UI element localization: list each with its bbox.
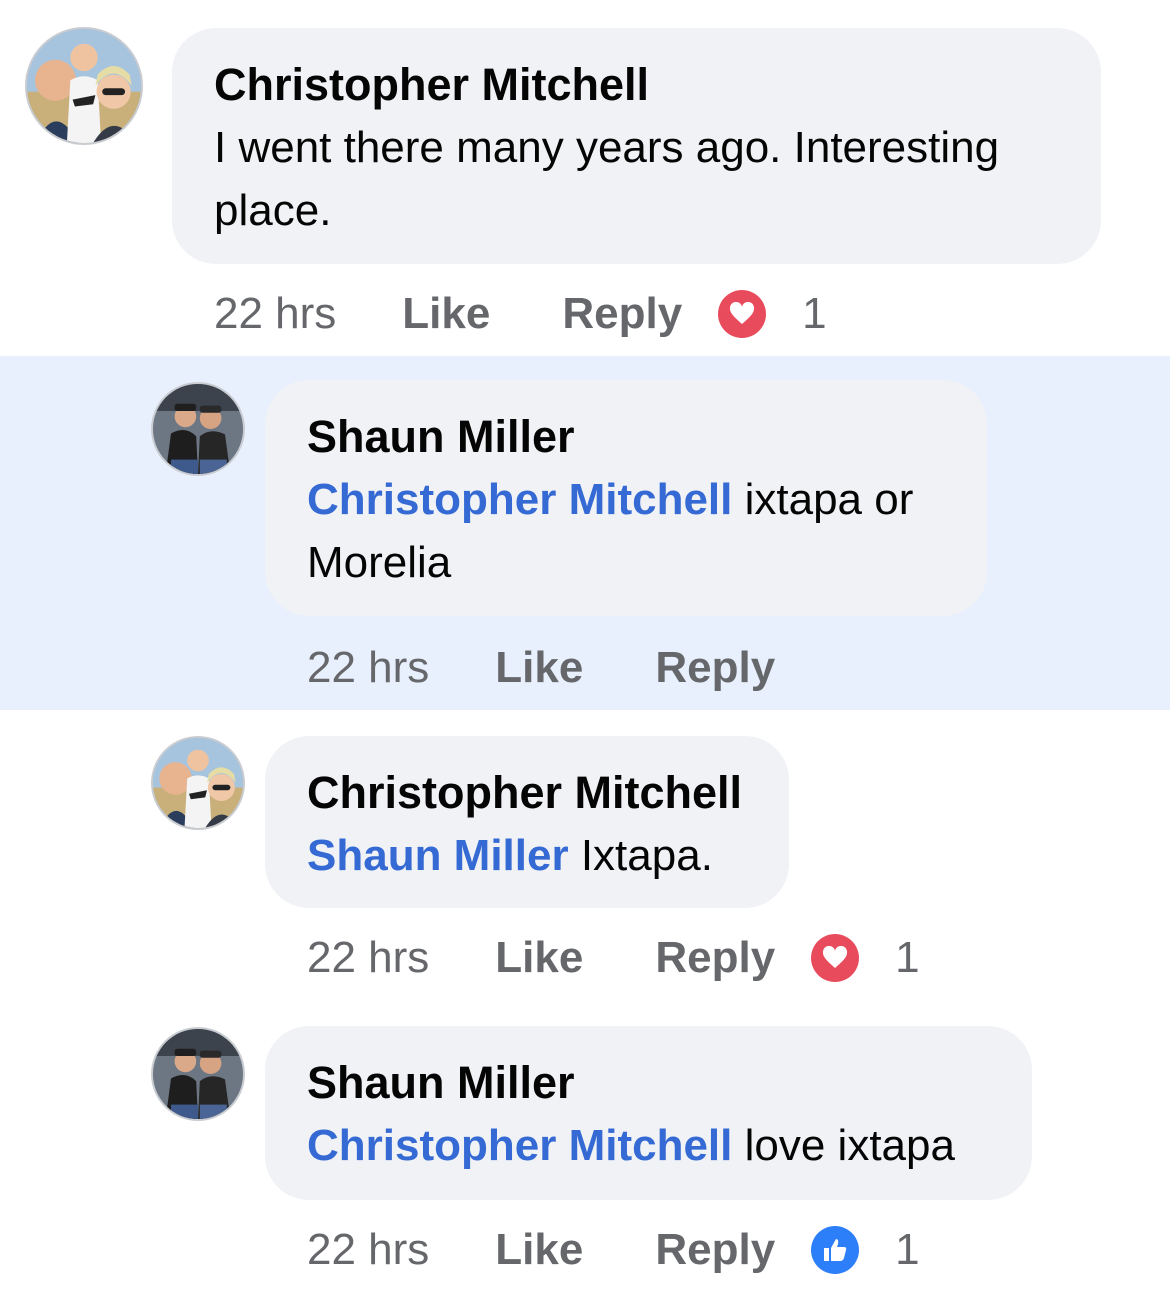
comment-actions: 22 hrs Like Reply 1 bbox=[307, 928, 920, 988]
comment-bubble: Shaun Miller Christopher Mitchell love i… bbox=[265, 1026, 1032, 1200]
family-photo-icon bbox=[153, 738, 243, 828]
two-men-photo-avatar[interactable] bbox=[151, 382, 245, 476]
comment-text: Shaun Miller Ixtapa. bbox=[307, 824, 747, 887]
mention-link[interactable]: Christopher Mitchell bbox=[307, 475, 732, 524]
comment-actions: 22 hrs Like Reply 1 bbox=[214, 284, 827, 344]
two-men-photo-icon bbox=[153, 384, 243, 474]
comment-timestamp[interactable]: 22 hrs bbox=[307, 1225, 429, 1275]
family-photo-avatar[interactable] bbox=[25, 27, 143, 145]
family-photo-icon bbox=[27, 29, 141, 143]
comment-author[interactable]: Christopher Mitchell bbox=[307, 764, 747, 822]
reaction-count[interactable]: 1 bbox=[802, 289, 826, 339]
comment-timestamp[interactable]: 22 hrs bbox=[214, 289, 336, 339]
comment-actions: 22 hrs Like Reply bbox=[307, 638, 775, 698]
like-button[interactable]: Like bbox=[495, 933, 583, 983]
mention-link[interactable]: Christopher Mitchell bbox=[307, 1121, 732, 1170]
comment-body: Ixtapa. bbox=[580, 831, 713, 880]
comment-author[interactable]: Christopher Mitchell bbox=[214, 56, 1059, 114]
comment-body: I went there many years ago. Interesting… bbox=[214, 123, 1000, 235]
comment: Shaun Miller Christopher Mitchell ixtapa… bbox=[0, 356, 1170, 710]
like-button[interactable]: Like bbox=[402, 289, 490, 339]
reaction-count[interactable]: 1 bbox=[895, 933, 919, 983]
comment-text: Christopher Mitchell ixtapa or Morelia bbox=[307, 468, 945, 594]
love-reaction-icon[interactable] bbox=[718, 290, 767, 338]
comment-timestamp[interactable]: 22 hrs bbox=[307, 643, 429, 693]
reply-button[interactable]: Reply bbox=[655, 933, 775, 983]
comment-bubble: Christopher Mitchell Shaun Miller Ixtapa… bbox=[265, 736, 789, 908]
two-men-photo-icon bbox=[153, 1029, 243, 1119]
comment-text: Christopher Mitchell love ixtapa bbox=[307, 1114, 990, 1177]
reply-button[interactable]: Reply bbox=[562, 289, 682, 339]
like-button[interactable]: Like bbox=[495, 643, 583, 693]
comment-actions: 22 hrs Like Reply 1 bbox=[307, 1220, 920, 1280]
comment-author[interactable]: Shaun Miller bbox=[307, 408, 945, 466]
comment-text: I went there many years ago. Interesting… bbox=[214, 116, 1059, 242]
mention-link[interactable]: Shaun Miller bbox=[307, 831, 569, 880]
like-reaction-icon[interactable] bbox=[811, 1226, 860, 1274]
comment-timestamp[interactable]: 22 hrs bbox=[307, 933, 429, 983]
comment-bubble: Shaun Miller Christopher Mitchell ixtapa… bbox=[265, 380, 987, 616]
comment-author[interactable]: Shaun Miller bbox=[307, 1054, 990, 1112]
comment: Christopher Mitchell I went there many y… bbox=[0, 0, 1170, 356]
like-button[interactable]: Like bbox=[495, 1225, 583, 1275]
comment: Shaun Miller Christopher Mitchell love i… bbox=[0, 1000, 1170, 1291]
reply-button[interactable]: Reply bbox=[655, 643, 775, 693]
reaction-count[interactable]: 1 bbox=[895, 1225, 919, 1275]
comment-body: love ixtapa bbox=[744, 1121, 955, 1170]
two-men-photo-avatar[interactable] bbox=[151, 1027, 245, 1121]
comment-thread: Christopher Mitchell I went there many y… bbox=[0, 0, 1170, 1291]
family-photo-avatar[interactable] bbox=[151, 736, 245, 830]
comment: Christopher Mitchell Shaun Miller Ixtapa… bbox=[0, 710, 1170, 1000]
love-reaction-icon[interactable] bbox=[811, 934, 860, 982]
reply-button[interactable]: Reply bbox=[655, 1225, 775, 1275]
comment-bubble: Christopher Mitchell I went there many y… bbox=[172, 28, 1101, 264]
